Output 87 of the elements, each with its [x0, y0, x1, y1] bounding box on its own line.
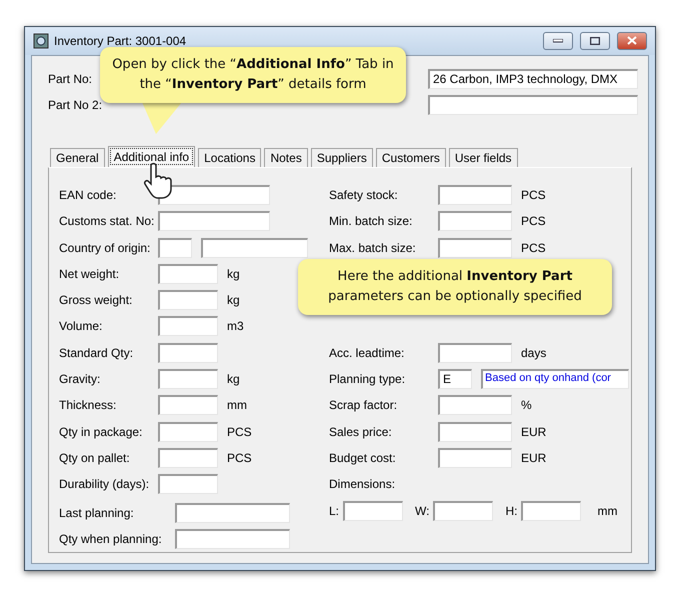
unit-label: days	[521, 346, 546, 360]
input-field[interactable]	[158, 211, 270, 232]
field-label: Sales price:	[329, 424, 393, 439]
field-label: Last planning:	[59, 506, 135, 520]
input-field[interactable]	[158, 316, 218, 336]
input-field[interactable]	[438, 184, 512, 205]
close-button[interactable]	[617, 32, 647, 50]
unit-label: mm	[227, 398, 247, 412]
unit-label: kg	[227, 372, 240, 386]
input-field[interactable]	[175, 528, 290, 549]
input-field[interactable]	[158, 264, 218, 284]
field-label: Standard Qty:	[59, 346, 134, 360]
field-label: Part No:	[48, 72, 94, 86]
callout-text: Here the additional Inventory Part parameters can be optionally specified	[298, 259, 612, 315]
unit-label: %	[521, 398, 532, 412]
field-label: Gross weight:	[59, 293, 134, 308]
window-title: Inventory Part: 3001-004	[54, 34, 188, 48]
unit-label: EUR	[521, 424, 546, 439]
field-label: Volume:	[59, 319, 104, 334]
field-label: Net weight:	[59, 266, 120, 281]
field-label: W:	[415, 504, 430, 518]
app-icon	[33, 32, 49, 49]
unit-label: EUR	[521, 451, 546, 466]
input-field[interactable]	[158, 474, 218, 494]
field-label: EAN code:	[59, 188, 118, 202]
input-field[interactable]	[438, 422, 512, 442]
tab[interactable]: Locations	[198, 148, 262, 167]
field-label: Gravity:	[59, 372, 102, 386]
unit-label: kg	[227, 293, 240, 308]
input-field[interactable]	[438, 448, 512, 468]
field-label: Customs stat. No:	[59, 214, 156, 228]
unit-label: PCS	[521, 214, 546, 228]
input-field[interactable]	[158, 422, 218, 442]
field-label: H:	[505, 504, 518, 518]
input-field[interactable]	[521, 500, 582, 521]
field-label: Min. batch size:	[329, 214, 414, 228]
input-field[interactable]	[343, 500, 404, 521]
minimize-button[interactable]	[543, 32, 573, 50]
tab[interactable]: Suppliers	[310, 148, 373, 167]
unit-label: mm	[597, 504, 618, 518]
input-field[interactable]	[438, 211, 512, 232]
input-field[interactable]	[438, 395, 512, 416]
input-field[interactable]	[438, 342, 512, 363]
unit-label: PCS	[227, 450, 252, 465]
unit-label: PCS	[521, 240, 546, 255]
field-label: Durability (days):	[59, 477, 150, 492]
input-field[interactable]	[158, 369, 218, 390]
input-field[interactable]	[158, 395, 218, 416]
maximize-button[interactable]	[580, 32, 610, 50]
minimize-icon	[553, 38, 563, 43]
unit-label: PCS	[521, 188, 546, 202]
tab[interactable]: User fields	[448, 148, 518, 167]
input-field[interactable]	[175, 502, 290, 523]
field-label: Budget cost:	[329, 451, 397, 466]
input-field[interactable]	[201, 238, 308, 258]
field-label: Max. batch size:	[329, 240, 417, 255]
input-field[interactable]: 26 Carbon, IMP3 technology, DMX	[428, 68, 638, 89]
input-field[interactable]	[158, 290, 218, 310]
input-field[interactable]	[428, 94, 638, 115]
field-label: Safety stock:	[329, 188, 399, 202]
input-field[interactable]	[158, 238, 192, 258]
field-label: L:	[329, 504, 340, 518]
input-field[interactable]: E	[438, 369, 472, 390]
field-label: Thickness:	[59, 398, 118, 412]
field-label: Planning type:	[329, 372, 406, 386]
field-label: Country of origin:	[59, 240, 152, 255]
input-field[interactable]	[158, 184, 270, 205]
field-label: Dimensions:	[329, 477, 396, 492]
unit-label: kg	[227, 266, 240, 281]
input-field[interactable]	[158, 342, 218, 363]
field-label: Acc. leadtime:	[329, 346, 406, 360]
input-field[interactable]	[438, 238, 512, 258]
field-label: Scrap factor:	[329, 398, 398, 412]
field-label: Qty when planning:	[59, 532, 163, 546]
tab[interactable]: Customers	[376, 148, 446, 167]
tab[interactable]: General	[50, 148, 105, 167]
close-icon	[627, 36, 637, 46]
description-field: Based on qty onhand (cor	[481, 369, 629, 390]
maximize-icon	[590, 36, 600, 45]
tab[interactable]: Notes	[264, 148, 308, 167]
unit-label: m3	[227, 319, 244, 334]
field-label: Qty in package:	[59, 424, 144, 439]
field-label: Qty on pallet:	[59, 450, 131, 465]
input-field[interactable]	[158, 448, 218, 468]
unit-label: PCS	[227, 424, 252, 439]
tab[interactable]: Additional info	[108, 146, 196, 167]
input-field[interactable]	[433, 500, 494, 521]
